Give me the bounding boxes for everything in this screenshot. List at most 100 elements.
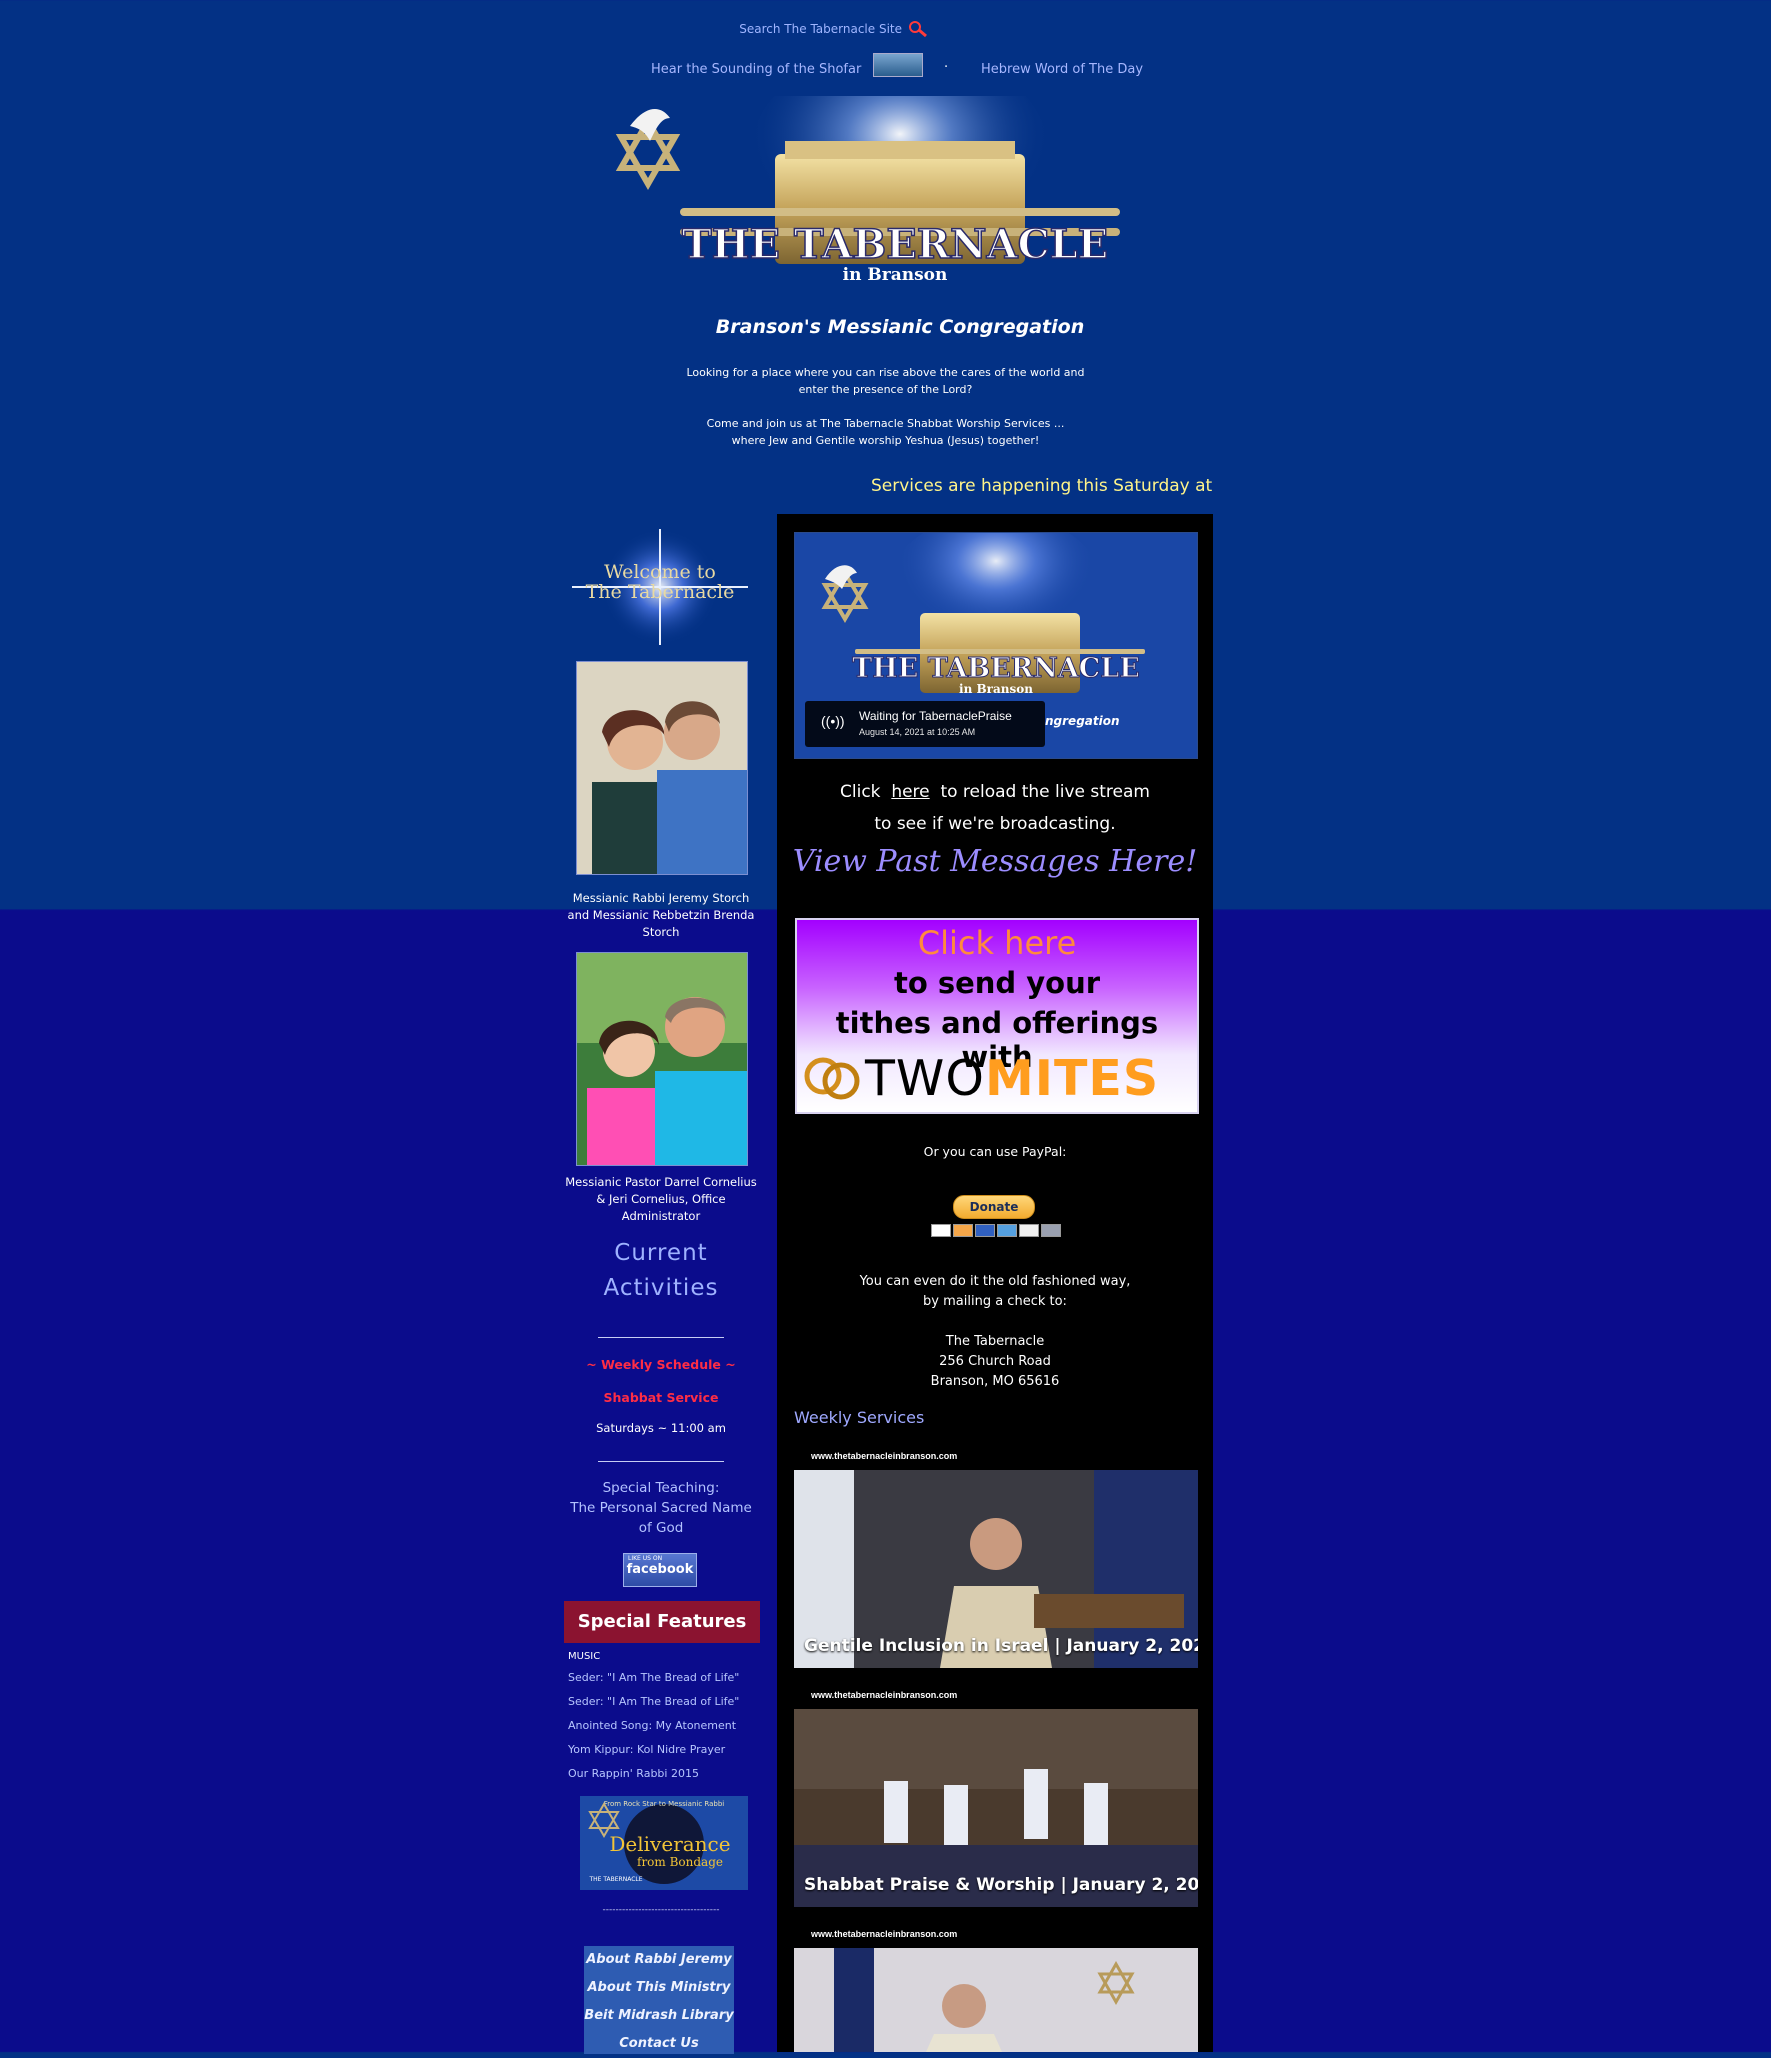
video-source: www.thetabernacleinbranson.com [811,1451,958,1461]
main-column: THE TABERNACLE in Branson ngregation ((•… [777,514,1213,2052]
bank-icon [1041,1224,1061,1237]
pastor-caption: Messianic Pastor Darrel Cornelius & Jeri… [565,1175,757,1223]
dash-divider: ------------------------------------ [602,1905,720,1915]
reload-link[interactable]: here [891,782,929,802]
video-source: www.thetabernacleinbranson.com [811,1929,958,1939]
hebrew-word-link[interactable]: Hebrew Word of The Day [981,62,1143,77]
activities-line-1: Current [614,1240,708,1266]
twomites-two: TWO [865,1050,985,1107]
rabbi-caption: Messianic Rabbi Jeremy Storch and Messia… [567,891,755,939]
pastor-photo [576,952,748,1166]
stream-waiting-text: Waiting for TabernaclePraise [859,709,1012,723]
header-congregation: Branson's Messianic Congregation [716,316,1084,338]
special-teaching-title[interactable]: The Personal Sacred Name of God [562,1498,760,1538]
shabbat-service-heading: Shabbat Service [603,1390,719,1405]
schedule-time: Saturdays ~ 11:00 am [596,1421,726,1435]
past-messages-link[interactable]: View Past Messages Here! [777,844,1213,879]
video-title[interactable]: Gentile Inclusion in Israel | January 2,… [804,1636,1198,1656]
activities-line-2: Activities [603,1275,719,1301]
payment-cards [931,1224,1061,1237]
stream-title: THE TABERNACLE [852,653,1140,684]
twomites-banner[interactable]: Click here to send your tithes and offer… [795,918,1199,1114]
feature-list: MUSIC Seder: "I Am The Bread of Life" Se… [568,1648,764,1786]
music-label: MUSIC [568,1651,601,1662]
header-logo[interactable]: THE TABERNACLE in Branson Branson's Mess… [600,96,1190,351]
old-way-line-2: by mailing a check to: [923,1294,1067,1309]
maestro-icon [975,1224,995,1237]
coins-icon [804,1057,860,1100]
facebook-badge[interactable]: LIKE US ON facebook [623,1553,697,1587]
mail-check-text: You can even do it the old fashioned way… [777,1272,1213,1312]
shofar-link[interactable]: Hear the Sounding of the Shofar [651,62,861,77]
nav-about-ministry[interactable]: About This Ministry [584,1974,734,2002]
deliverance-subtitle: from Bondage [637,1855,723,1869]
stream-status: ((•)) Waiting for TabernaclePraise Augus… [805,701,1045,747]
deliverance-title: Deliverance [609,1832,730,1856]
discover-icon [1019,1224,1039,1237]
video-thumbnail[interactable]: www.thetabernacleinbranson.com [794,1924,1198,2052]
stream-date: August 14, 2021 at 10:25 AM [859,727,976,737]
broadcast-icon: ((•)) [821,713,845,729]
nav-beit-midrash[interactable]: Beit Midrash Library [584,2002,734,2030]
feature-link[interactable]: Anointed Song: My Atonement [568,1714,764,1738]
stream-congregation: ngregation [1045,714,1120,728]
header-title: THE TABERNACLE [682,221,1108,268]
reload-rest: to reload the live stream [940,782,1150,802]
amex-icon [997,1224,1017,1237]
visa-icon [931,1224,951,1237]
feature-link[interactable]: Seder: "I Am The Bread of Life" [568,1690,764,1714]
special-teaching-link[interactable]: Special Teaching: The Personal Sacred Na… [562,1478,760,1538]
nav-about-rabbi[interactable]: About Rabbi Jeremy [584,1946,734,1974]
tagline-line: Looking for a place where you can rise a… [686,366,1085,379]
feature-link[interactable]: Our Rappin' Rabbi 2015 [568,1762,764,1786]
tagline: Looking for a place where you can rise a… [0,364,1771,449]
paypal-donate-button[interactable]: Donate [953,1195,1035,1219]
feature-link[interactable]: Yom Kippur: Kol Nidre Prayer [568,1738,764,1762]
twomites-mites: MITES [984,1050,1160,1107]
mailing-address: The Tabernacle 256 Church Road Branson, … [777,1332,1213,1392]
rabbi-photo [576,661,748,875]
header-subtitle: in Branson [843,265,948,285]
welcome-badge[interactable]: Welcome to The Tabernacle [562,524,758,650]
special-features-header: Special Features [564,1601,760,1643]
search-label[interactable]: Search The Tabernacle Site [739,22,902,36]
video-thumbnail[interactable]: www.thetabernacleinbranson.com Gentile I… [794,1446,1198,1668]
deliverance-banner[interactable]: From Rock Star to Messianic Rabbi Delive… [580,1796,748,1890]
feature-link[interactable]: Seder: "I Am The Bread of Life" [568,1666,764,1690]
shofar-image[interactable] [873,53,923,77]
search-icon[interactable] [908,20,928,38]
divider [598,1461,724,1462]
reload-line-2: to see if we're broadcasting. [874,814,1116,834]
reload-message: Click here to reload the live stream to … [777,776,1213,840]
tagline-line: where Jew and Gentile worship Yeshua (Je… [731,434,1040,447]
divider [598,1337,724,1338]
welcome-text-2: The Tabernacle [586,581,735,603]
current-activities-heading: Current Activities [562,1236,760,1306]
welcome-text-1: Welcome to [604,561,716,583]
video-thumbnail[interactable]: www.thetabernacleinbranson.com Shabbat P… [794,1685,1198,1907]
mastercard-icon [953,1224,973,1237]
services-ticker: Services are happening this Saturday at … [871,476,1216,496]
deliverance-top: From Rock Star to Messianic Rabbi [604,1800,725,1808]
video-title[interactable]: Shabbat Praise & Worship | January 2, 20… [804,1875,1198,1895]
tagline-line: Come and join us at The Tabernacle Shabb… [706,417,1065,430]
nav-contact[interactable]: Contact Us [584,2030,734,2058]
address-line-3: Branson, MO 65616 [930,1374,1060,1389]
live-stream-player[interactable]: THE TABERNACLE in Branson ngregation ((•… [794,532,1198,759]
reload-click: Click [840,782,881,802]
twomites-click[interactable]: Click here [797,924,1197,962]
facebook-text: facebook [626,1562,694,1577]
weekly-services-heading: Weekly Services [794,1408,925,1427]
separator: · [944,60,949,75]
address-line-1: The Tabernacle [945,1334,1045,1349]
tagline-line: enter the presence of the Lord? [798,383,973,396]
video-source: www.thetabernacleinbranson.com [811,1690,958,1700]
ministry-nav: About Rabbi Jeremy About This Ministry B… [584,1946,734,2054]
stream-subtitle: in Branson [959,682,1033,696]
old-way-line-1: You can even do it the old fashioned way… [859,1274,1131,1289]
weekly-schedule-heading: ~ Weekly Schedule ~ [586,1357,736,1372]
special-teaching-label[interactable]: Special Teaching: [562,1478,760,1498]
twomites-logo: TWOMITES [803,1050,1193,1107]
address-line-2: 256 Church Road [939,1354,1051,1369]
search-link[interactable]: Search The Tabernacle Site [739,20,928,38]
